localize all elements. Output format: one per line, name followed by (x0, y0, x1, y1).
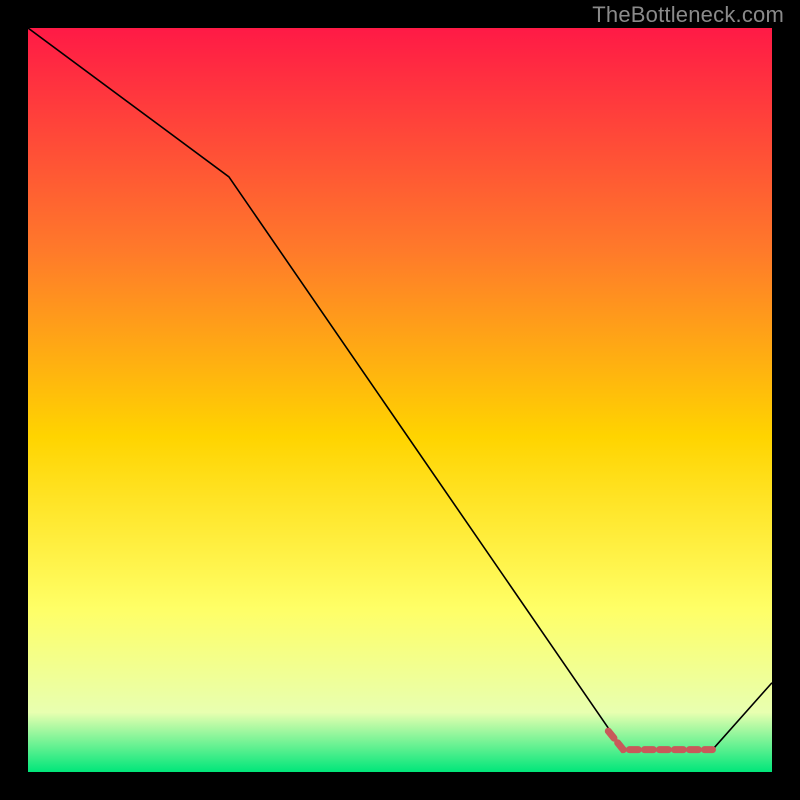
chart-plot (28, 28, 772, 772)
attribution-text: TheBottleneck.com (592, 2, 784, 28)
chart-container: { "attribution": "TheBottleneck.com", "g… (0, 0, 800, 800)
gradient-background (28, 28, 772, 772)
